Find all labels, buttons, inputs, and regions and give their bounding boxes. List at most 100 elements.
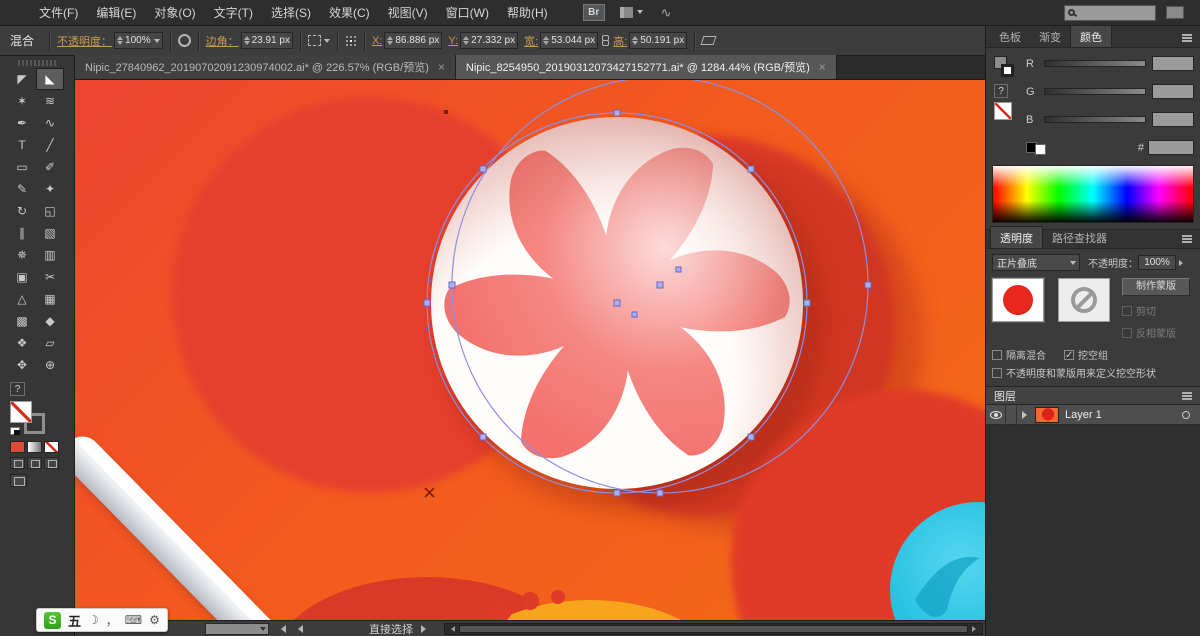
chevron-right-icon[interactable]: [1179, 259, 1186, 266]
tool-perspective-grid[interactable]: △: [8, 288, 36, 310]
white-swatch[interactable]: [1035, 144, 1046, 155]
tool-mesh[interactable]: ▦: [36, 288, 64, 310]
none-swatch[interactable]: [994, 102, 1012, 120]
tool-scale[interactable]: ◱: [36, 200, 64, 222]
stepper-icon[interactable]: [543, 33, 550, 48]
tool-selection[interactable]: ◤: [8, 68, 36, 90]
layer-thumbnail[interactable]: [1035, 406, 1059, 423]
tool-rotate[interactable]: ↻: [8, 200, 36, 222]
menu-edit[interactable]: 编辑(E): [87, 0, 145, 26]
menu-window[interactable]: 窗口(W): [437, 0, 498, 26]
gradient-button[interactable]: [27, 441, 42, 453]
invert-mask-checkbox[interactable]: [1122, 327, 1132, 338]
close-icon[interactable]: ×: [438, 60, 445, 74]
r-slider[interactable]: [1044, 60, 1146, 67]
next-artboard-icon[interactable]: [421, 624, 430, 633]
y-field[interactable]: 27.332 px: [460, 32, 519, 49]
draw-inside-button[interactable]: [44, 457, 59, 469]
expand-icon[interactable]: [1022, 410, 1031, 419]
ime-logo[interactable]: S: [44, 611, 61, 629]
knockout-group-checkbox[interactable]: ✓: [1064, 349, 1074, 360]
tab-transparency[interactable]: 透明度: [990, 226, 1043, 248]
workspace-switcher[interactable]: [605, 6, 643, 19]
layer-row[interactable]: Layer 1: [986, 404, 1200, 425]
y-link[interactable]: Y:: [448, 35, 458, 47]
panel-grip[interactable]: [18, 60, 56, 66]
height-link[interactable]: 高:: [613, 33, 627, 49]
r-value-field[interactable]: [1152, 56, 1194, 71]
tool-zoom[interactable]: ⊕: [36, 354, 64, 376]
visibility-cell[interactable]: [986, 404, 1006, 425]
zoom-dropdown[interactable]: [205, 622, 269, 635]
link-dimensions-icon[interactable]: [602, 35, 610, 46]
stepper-icon[interactable]: [387, 33, 394, 48]
width-link[interactable]: 宽:: [524, 33, 538, 49]
tab-color[interactable]: 颜色: [1070, 25, 1112, 47]
document-tab-1[interactable]: Nipic_27840962_20190702091230974002.ai* …: [75, 55, 456, 79]
tool-hand[interactable]: ✥: [8, 354, 36, 376]
fill-swatch[interactable]: [10, 401, 32, 423]
help-icon[interactable]: ?: [10, 382, 25, 396]
tab-swatches[interactable]: 色板: [990, 26, 1030, 47]
panel-menu-icon[interactable]: [1182, 37, 1192, 39]
first-artboard-icon[interactable]: [277, 624, 286, 633]
opacity-link[interactable]: 不透明度：: [57, 33, 112, 49]
fill-stroke-proxy[interactable]: [10, 401, 54, 437]
prev-artboard-icon[interactable]: [294, 624, 303, 633]
tool-artboard[interactable]: ▣: [8, 266, 36, 288]
tool-line-segment[interactable]: ╱: [36, 134, 64, 156]
stroke-proxy[interactable]: [1001, 64, 1014, 77]
tool-curvature[interactable]: ∿: [36, 112, 64, 134]
tool-pen[interactable]: ✒: [8, 112, 36, 134]
object-thumbnail[interactable]: [991, 277, 1045, 323]
menu-type[interactable]: 文字(T): [205, 0, 262, 26]
draw-behind-button[interactable]: [27, 457, 42, 469]
tab-gradient[interactable]: 渐变: [1030, 26, 1070, 47]
b-value-field[interactable]: [1152, 112, 1194, 127]
tool-type[interactable]: T: [8, 134, 36, 156]
ime-keyboard-icon[interactable]: ⌨: [125, 613, 142, 627]
screen-mode-button[interactable]: [10, 474, 27, 487]
x-link[interactable]: X:: [372, 35, 382, 47]
app-switch-button[interactable]: [1166, 6, 1184, 19]
shear-icon[interactable]: [700, 36, 717, 45]
tool-column-graph[interactable]: ▥: [36, 244, 64, 266]
clip-checkbox[interactable]: [1122, 305, 1132, 316]
color-button[interactable]: [10, 441, 25, 453]
blend-mode-select[interactable]: 正片叠底: [992, 254, 1080, 271]
scrollbar-thumb[interactable]: [459, 624, 968, 633]
ime-moon-icon[interactable]: ☽: [88, 613, 99, 627]
chevron-down-icon[interactable]: [323, 39, 330, 46]
tool-shaper[interactable]: ✦: [36, 178, 64, 200]
panel-menu-icon[interactable]: [1182, 394, 1192, 397]
horizontal-scrollbar[interactable]: [444, 622, 983, 635]
menu-effect[interactable]: 效果(C): [320, 0, 379, 26]
isolate-blending-checkbox[interactable]: [992, 349, 1002, 360]
tool-eraser[interactable]: ▱: [36, 332, 64, 354]
close-icon[interactable]: ×: [819, 60, 826, 74]
tool-direct-selection[interactable]: ◣: [36, 68, 64, 90]
default-fill-stroke-icon[interactable]: [10, 427, 20, 435]
tab-pathfinder[interactable]: 路径查找器: [1043, 227, 1116, 248]
g-value-field[interactable]: [1152, 84, 1194, 99]
mask-thumbnail[interactable]: [1058, 278, 1110, 322]
opacity-field[interactable]: 100%: [114, 32, 163, 49]
tool-blend[interactable]: ❖: [8, 332, 36, 354]
ornament-icon[interactable]: ∿: [661, 5, 672, 21]
ime-mode-label[interactable]: 五: [68, 611, 81, 630]
select-similar-icon[interactable]: [307, 35, 321, 46]
width-field[interactable]: 53.044 px: [540, 32, 599, 49]
menu-file[interactable]: 文件(F): [30, 0, 87, 26]
stepper-icon[interactable]: [117, 33, 124, 48]
search-input[interactable]: [1064, 4, 1156, 21]
hex-field[interactable]: [1148, 140, 1194, 155]
scroll-left-button[interactable]: [445, 624, 458, 634]
draw-normal-button[interactable]: [10, 457, 25, 469]
tool-eyedropper[interactable]: ◆: [36, 310, 64, 332]
ime-settings-icon[interactable]: ⚙: [149, 613, 160, 627]
b-slider[interactable]: [1044, 116, 1146, 123]
tool-symbol-sprayer[interactable]: ✵: [8, 244, 36, 266]
lock-cell[interactable]: [1006, 404, 1017, 425]
tool-lasso[interactable]: ≋: [36, 90, 64, 112]
tool-width[interactable]: ∥: [8, 222, 36, 244]
